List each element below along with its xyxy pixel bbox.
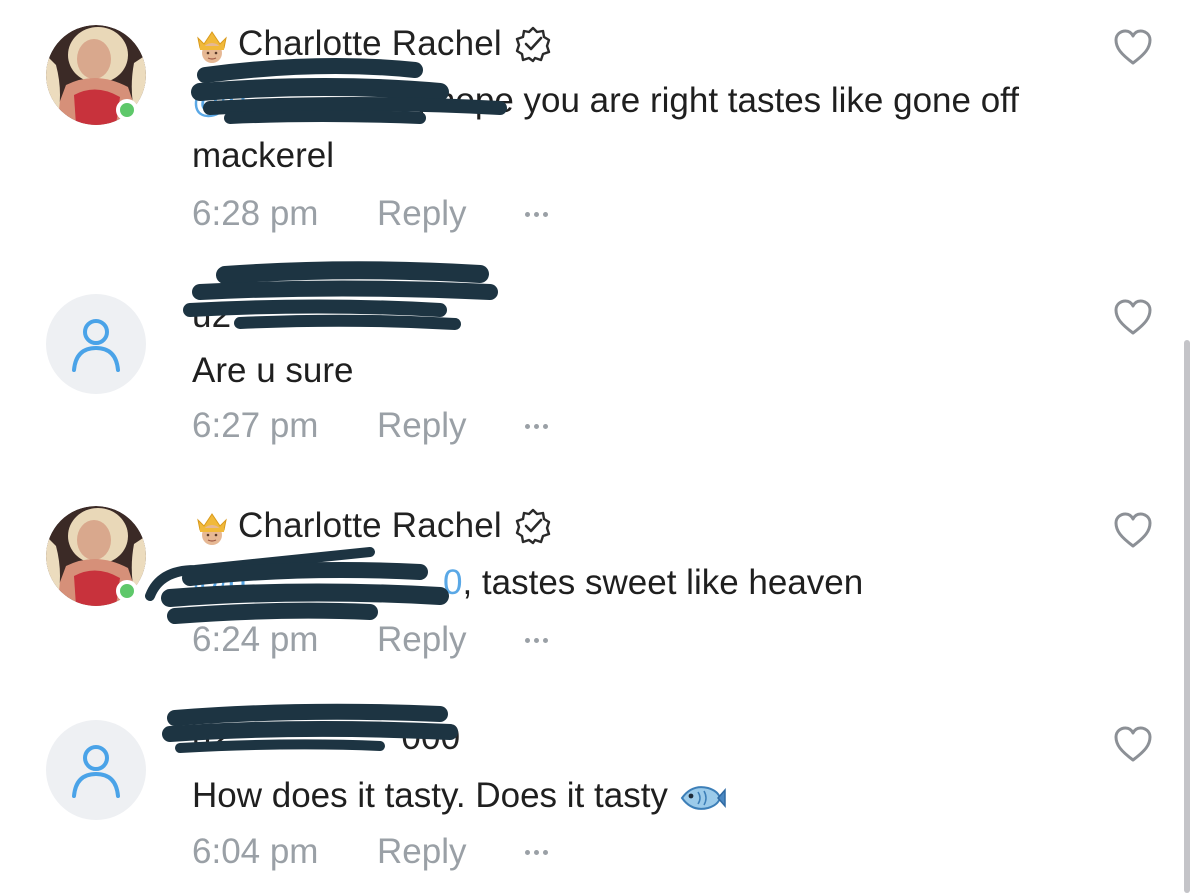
reply-button[interactable]: Reply bbox=[377, 406, 525, 446]
mention-tail: 0 bbox=[443, 563, 463, 602]
online-indicator bbox=[116, 99, 138, 121]
author-name[interactable]: u2 bbox=[192, 296, 231, 336]
comment-meta: 6:28 pm Reply bbox=[192, 192, 548, 236]
author-row: u2 bbox=[192, 294, 231, 338]
reply-button[interactable]: Reply bbox=[377, 620, 525, 660]
author-row: u2 000 bbox=[192, 716, 460, 760]
comment-text-content: Are u sure bbox=[192, 351, 354, 390]
default-avatar bbox=[46, 294, 146, 394]
user-icon bbox=[72, 745, 120, 798]
like-heart-icon[interactable] bbox=[1113, 511, 1153, 549]
avatar[interactable] bbox=[46, 506, 146, 606]
timestamp: 6:27 pm bbox=[192, 406, 319, 445]
reply-button[interactable]: Reply bbox=[377, 832, 525, 872]
crown-emoji-icon bbox=[197, 31, 227, 63]
avatar[interactable] bbox=[46, 720, 146, 820]
verified-badge-icon bbox=[515, 508, 551, 545]
comment-text: Are u sure bbox=[192, 343, 1082, 398]
mention-tail: 0 bbox=[397, 81, 417, 120]
like-heart-icon[interactable] bbox=[1113, 725, 1153, 763]
scrollbar[interactable] bbox=[1184, 340, 1190, 893]
author-name-tail: 000 bbox=[401, 718, 461, 757]
mention[interactable]: @u bbox=[192, 563, 247, 602]
comment-text: @u 0, tastes sweet like heaven bbox=[192, 555, 1082, 610]
reply-button[interactable]: Reply bbox=[377, 194, 525, 234]
timestamp: 6:24 pm bbox=[192, 620, 319, 659]
avatar[interactable] bbox=[46, 294, 146, 394]
author-name[interactable]: Charlotte Rachel bbox=[238, 506, 502, 546]
comment-meta: 6:24 pm Reply bbox=[192, 618, 548, 662]
comment-text-content: , nope you are right tastes like gone of… bbox=[192, 81, 1019, 175]
comment-meta: 6:04 pm Reply bbox=[192, 830, 548, 874]
user-icon bbox=[72, 319, 120, 372]
comment-text-content: How does it tasty. Does it tasty bbox=[192, 776, 668, 815]
verified-badge-icon bbox=[515, 26, 551, 63]
comment-text: @u 0, nope you are right tastes like gone… bbox=[192, 73, 1082, 183]
timestamp: 6:04 pm bbox=[192, 832, 319, 871]
author-name[interactable]: u2 bbox=[192, 718, 231, 758]
author-name[interactable]: Charlotte Rachel bbox=[238, 24, 502, 64]
comments-thread: Charlotte Rachel @u 0, nope you are right… bbox=[0, 0, 1200, 893]
crown-emoji-icon bbox=[197, 513, 227, 545]
like-heart-icon[interactable] bbox=[1113, 298, 1153, 336]
timestamp: 6:28 pm bbox=[192, 194, 319, 233]
comment-meta: 6:27 pm Reply bbox=[192, 404, 548, 448]
more-options-icon[interactable] bbox=[525, 637, 548, 643]
author-row: Charlotte Rachel bbox=[192, 22, 552, 66]
online-indicator bbox=[116, 580, 138, 602]
more-options-icon[interactable] bbox=[525, 423, 548, 429]
more-options-icon[interactable] bbox=[525, 849, 548, 855]
default-avatar bbox=[46, 720, 146, 820]
avatar[interactable] bbox=[46, 25, 146, 125]
like-heart-icon[interactable] bbox=[1113, 28, 1153, 66]
author-row: Charlotte Rachel bbox=[192, 504, 552, 548]
comment-text-content: , tastes sweet like heaven bbox=[462, 563, 864, 602]
mention[interactable]: @u bbox=[192, 81, 247, 120]
fish-emoji-icon bbox=[680, 785, 726, 810]
more-options-icon[interactable] bbox=[525, 211, 548, 217]
comment-text: How does it tasty. Does it tasty bbox=[192, 768, 1082, 823]
